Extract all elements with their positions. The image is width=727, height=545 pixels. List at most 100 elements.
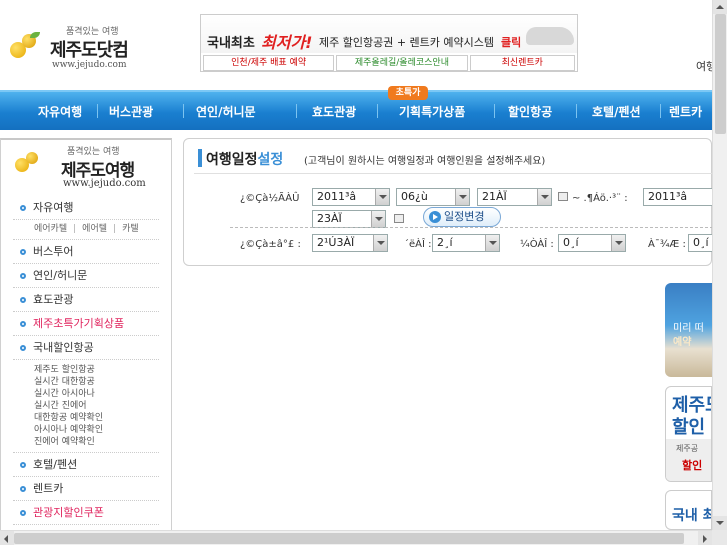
calendar-icon[interactable] bbox=[558, 192, 568, 201]
sidebar-sub-cartel[interactable]: 카텔 bbox=[122, 224, 139, 234]
sidebar-logo[interactable]: 품격있는 여행 제주도여행 www.jejudo.com bbox=[11, 144, 161, 190]
bullet-icon bbox=[20, 510, 26, 516]
logo-url: www.jejudo.com bbox=[52, 60, 127, 70]
bullet-icon bbox=[20, 249, 26, 255]
banner-description: 제주 할인항공권 + 렌트카 예약시스템 bbox=[319, 36, 495, 49]
horizontal-scroll-thumb[interactable] bbox=[14, 533, 684, 544]
start-date-label: ¿©Çà½ÃÀÛ bbox=[240, 193, 300, 204]
sidebar-air-link[interactable]: 제주도 할인항공 bbox=[34, 364, 159, 376]
dropdown-arrow-icon bbox=[375, 189, 389, 205]
start-month-select[interactable]: 06¿ù bbox=[396, 188, 470, 206]
sidebar-item-free-travel[interactable]: 자유여행 bbox=[13, 196, 159, 220]
bullet-icon bbox=[20, 205, 26, 211]
calendar-icon[interactable] bbox=[394, 214, 404, 223]
sidebar-air-list: 제주도 할인항공 실시간 대한항공 실시간 아시아나 실시간 진에어 대한항공 … bbox=[13, 360, 159, 453]
sidebar-sub-free-travel: 에어카텔 | 에어텔 | 카텔 bbox=[13, 220, 159, 240]
bullet-icon bbox=[20, 345, 26, 351]
nav-honeymoon[interactable]: 연인/허니문 bbox=[196, 103, 256, 120]
sidebar-sub-airtel[interactable]: 에어텔 bbox=[82, 224, 107, 234]
ad-jeju-discount-air[interactable]: 제주도 할인 제주공 할인 bbox=[665, 386, 712, 482]
sidebar-air-link[interactable]: 실시간 대한항공 bbox=[34, 376, 159, 388]
sidebar-item-rentcar[interactable]: 렌트카 bbox=[13, 477, 159, 501]
banner-tab-olle[interactable]: 제주올레길/올레코스안내 bbox=[336, 55, 468, 71]
ad-domestic-lowest[interactable]: 국내 최 bbox=[665, 490, 712, 530]
sidebar-air-link[interactable]: 진에어 예약확인 bbox=[34, 436, 159, 448]
child-label: ¼ÒÀÎ : bbox=[520, 239, 554, 250]
banner-tab-ferry[interactable]: 인천/제주 배표 예약 bbox=[203, 55, 335, 71]
infant-label: À¯¾Æ : bbox=[648, 239, 686, 250]
logo-ball-icon bbox=[26, 152, 38, 164]
period-label: ¿©Çà±â°£ : bbox=[240, 239, 301, 250]
child-count-select[interactable]: 0¸í bbox=[558, 234, 626, 252]
nav-bus-tour[interactable]: 버스관광 bbox=[109, 103, 153, 120]
start-year-select[interactable]: 2011³â bbox=[312, 188, 390, 206]
sidebar-item-honeymoon[interactable]: 연인/허니문 bbox=[13, 264, 159, 288]
dropdown-arrow-icon bbox=[537, 189, 551, 205]
sidebar: 품격있는 여행 제주도여행 www.jejudo.com 자유여행 에어카텔 | 에… bbox=[0, 138, 172, 545]
adult-count-select[interactable]: 2¸í bbox=[432, 234, 500, 252]
bullet-icon bbox=[20, 297, 26, 303]
ad-advance-booking[interactable]: 미리 떠 예약 bbox=[665, 283, 712, 377]
sidebar-menu: 자유여행 에어카텔 | 에어텔 | 카텔 버스투어 연인/허니문 효도관광 제주초특가기… bbox=[13, 196, 159, 525]
adult-label: ´ëÀÎ : bbox=[404, 239, 432, 250]
nav-special-products[interactable]: 기획특가상품 bbox=[399, 103, 465, 120]
car-image-icon bbox=[526, 27, 574, 45]
bullet-icon bbox=[20, 486, 26, 492]
end-day-select[interactable]: 23ÀÏ bbox=[312, 210, 386, 228]
sidebar-air-link[interactable]: 아시아나 예약확인 bbox=[34, 424, 159, 436]
dropdown-arrow-icon bbox=[371, 211, 385, 227]
vertical-scrollbar[interactable] bbox=[712, 0, 727, 530]
horizontal-scrollbar[interactable] bbox=[0, 530, 712, 545]
nav-rentcar[interactable]: 렌트카 bbox=[669, 103, 702, 120]
sidebar-air-link[interactable]: 실시간 진에어 bbox=[34, 400, 159, 412]
bullet-icon bbox=[20, 273, 26, 279]
sidebar-item-special[interactable]: 제주초특가기획상품 bbox=[13, 312, 159, 336]
dropdown-arrow-icon bbox=[455, 189, 469, 205]
dropdown-arrow-icon bbox=[485, 235, 499, 251]
site-logo[interactable]: 품격있는 여행 제주도닷컴 www.jejudo.com bbox=[4, 22, 144, 74]
page-subtitle: (고객님이 원하시는 여행일정과 여행인원을 설정해주세요) bbox=[304, 156, 546, 167]
dropdown-arrow-icon bbox=[373, 235, 387, 251]
sidebar-item-coupon[interactable]: 관광지할인쿠폰 bbox=[13, 501, 159, 525]
bullet-icon bbox=[20, 321, 26, 327]
nav-free-travel[interactable]: 자유여행 bbox=[38, 103, 82, 120]
scroll-down-arrow-icon[interactable] bbox=[713, 516, 727, 530]
banner-tab-rentcar[interactable]: 최신렌트카 bbox=[469, 55, 575, 71]
sidebar-item-filial-tour[interactable]: 효도관광 bbox=[13, 288, 159, 312]
page-title: 여행일정설정 bbox=[206, 152, 284, 168]
logo-leaf-icon bbox=[30, 32, 40, 38]
end-date-label: ~ .¶Áö.·³¨ : bbox=[572, 193, 628, 204]
play-icon bbox=[429, 211, 441, 223]
sidebar-item-hotel[interactable]: 호텔/펜션 bbox=[13, 453, 159, 477]
change-schedule-button[interactable]: 일정변경 bbox=[423, 207, 501, 227]
nav-hotel-pension[interactable]: 호텔/펜션 bbox=[592, 103, 641, 120]
schedule-form: ¿©Çà½ÃÀÛ 2011³â 06¿ù 21ÀÏ ~ .¶Áö.·³¨ : 2… bbox=[194, 173, 713, 257]
logo-name: 제주도닷컴 bbox=[50, 40, 129, 61]
scroll-right-arrow-icon[interactable] bbox=[698, 531, 712, 545]
schedule-panel: 여행일정설정 (고객님이 원하시는 여행일정과 여행인원을 설정해주세요) ¿©… bbox=[183, 138, 713, 266]
period-select[interactable]: 2¹Ú3ÀÏ bbox=[312, 234, 388, 252]
start-day-select[interactable]: 21ÀÏ bbox=[477, 188, 552, 206]
sidebar-item-domestic-air[interactable]: 국내할인항공 bbox=[13, 336, 159, 360]
sidebar-item-bus-tour[interactable]: 버스투어 bbox=[13, 240, 159, 264]
nav-filial-tour[interactable]: 효도관광 bbox=[312, 103, 356, 120]
special-price-badge: 초특가 bbox=[388, 86, 428, 100]
sidebar-logo-url: www.jejudo.com bbox=[63, 178, 146, 189]
nav-discount-air[interactable]: 할인항공 bbox=[508, 103, 552, 120]
promo-banner[interactable]: 국내최초 최저가! 제주 할인항공권 + 렌트카 예약시스템 클릭 인천/제주 … bbox=[200, 14, 578, 72]
main-nav: 자유여행 버스관광 연인/허니문 효도관광 기획특가상품 할인항공 호텔/펜션 … bbox=[0, 90, 712, 130]
vertical-scroll-thumb[interactable] bbox=[715, 14, 726, 134]
sidebar-air-link[interactable]: 실시간 아시아나 bbox=[34, 388, 159, 400]
banner-highlight: 최저가! bbox=[261, 33, 313, 52]
sidebar-air-link[interactable]: 대한항공 예약확인 bbox=[34, 412, 159, 424]
infant-count-select[interactable]: 0¸í bbox=[688, 234, 713, 252]
banner-title: 국내최초 bbox=[207, 36, 255, 51]
banner-click-link[interactable]: 클릭 bbox=[501, 34, 521, 50]
end-year-select[interactable]: 2011³â bbox=[643, 188, 713, 206]
sidebar-sub-aircartel[interactable]: 에어카텔 bbox=[34, 224, 67, 234]
dropdown-arrow-icon bbox=[611, 235, 625, 251]
scroll-corner bbox=[712, 530, 727, 545]
scroll-left-arrow-icon[interactable] bbox=[0, 531, 14, 545]
scroll-up-arrow-icon[interactable] bbox=[713, 0, 727, 14]
banner-tabs: 인천/제주 배표 예약 제주올레길/올레코스안내 최신렌트카 bbox=[203, 55, 575, 71]
